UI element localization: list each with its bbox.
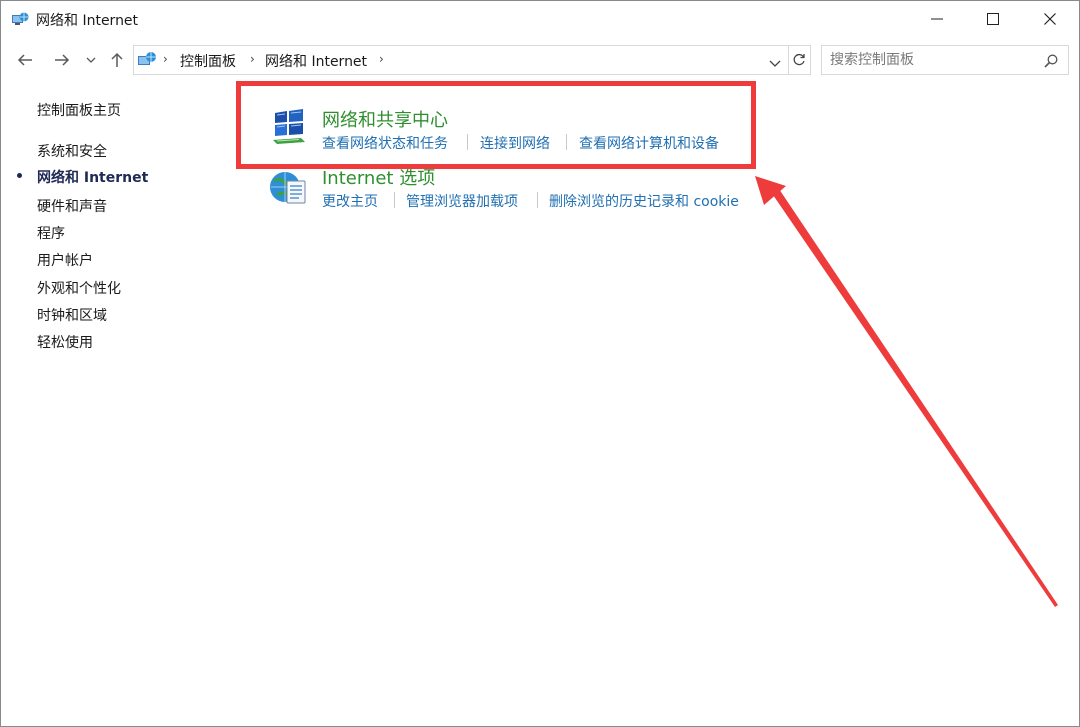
link-manage-addons[interactable]: 管理浏览器加载项 [406,191,518,211]
annotation-highlight-box [236,81,756,169]
sidebar-item-ease-of-access[interactable]: 轻松使用 [37,332,93,352]
recent-locations-button[interactable] [81,47,101,73]
arrow-left-icon [17,54,32,66]
sidebar-item-clock-region[interactable]: 时钟和区域 [37,305,107,325]
sidebar-home-link[interactable]: 控制面板主页 [37,100,121,120]
sidebar-item-appearance[interactable]: 外观和个性化 [37,278,121,298]
arrow-up-icon [111,52,123,67]
minimize-icon [931,18,943,20]
internet-options-icon[interactable] [269,169,309,211]
control-panel-icon [137,51,157,68]
window-title: 网络和 Internet [36,13,139,29]
refresh-icon [793,53,805,66]
address-bar[interactable]: › 控制面板 › 网络和 Internet › [133,45,789,75]
chevron-right-icon: › [379,52,384,66]
search-input[interactable] [830,50,1030,70]
search-box[interactable] [821,45,1069,75]
sidebar-item-system-security[interactable]: 系统和安全 [37,141,107,161]
close-button[interactable] [1023,1,1077,37]
up-button[interactable] [104,47,130,73]
back-button[interactable] [12,47,38,73]
link-delete-browsing-history[interactable]: 删除浏览的历史记录和 cookie [549,191,739,211]
sidebar-item-user-accounts[interactable]: 用户帐户 [37,250,93,270]
search-icon[interactable] [1044,53,1058,72]
network-globe-icon [11,11,29,27]
link-change-homepage[interactable]: 更改主页 [322,191,378,211]
sidebar-item-programs[interactable]: 程序 [37,223,65,243]
chevron-down-icon [769,60,781,67]
title-bar: 网络和 Internet [1,1,1079,39]
sidebar-item-hardware-sound[interactable]: 硬件和声音 [37,196,107,216]
maximize-button[interactable] [966,1,1020,37]
chevron-right-icon: › [250,52,255,66]
breadcrumb-network-internet[interactable]: 网络和 Internet [265,51,367,71]
close-icon [1044,13,1056,25]
link-divider [537,192,538,208]
sidebar-item-network-internet[interactable]: 网络和 Internet [37,167,148,187]
link-divider [394,192,395,208]
minimize-button[interactable] [910,1,964,37]
forward-button[interactable] [49,47,75,73]
active-indicator [17,173,22,178]
maximize-icon [987,13,999,25]
breadcrumb-control-panel[interactable]: 控制面板 [180,51,236,71]
address-dropdown-button[interactable] [769,53,783,67]
chevron-right-icon: › [163,52,168,66]
arrow-right-icon [55,54,70,66]
chevron-down-icon [86,57,96,63]
refresh-button[interactable] [788,45,811,75]
